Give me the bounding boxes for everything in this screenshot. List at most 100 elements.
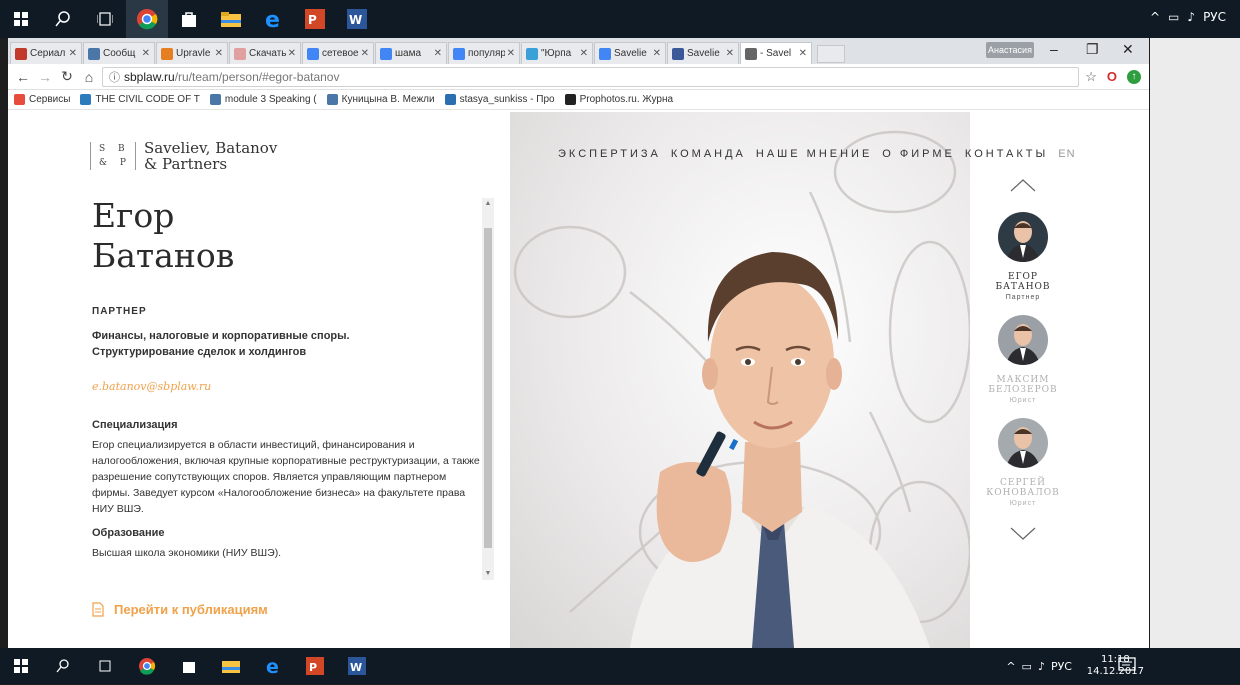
bookmark-item[interactable]: THE CIVIL CODE OF T (80, 94, 200, 105)
content-scrollbar[interactable]: ▲ ▼ (482, 198, 494, 580)
bookmark-item[interactable]: Куницына В. Межли (326, 94, 435, 105)
powerpoint-taskbar-button-bottom[interactable]: P (294, 647, 336, 685)
chevron-up-icon[interactable]: ^ (1006, 660, 1015, 673)
forward-icon[interactable]: → (36, 69, 54, 85)
minimize-icon[interactable]: – (1050, 41, 1058, 57)
browser-tab[interactable]: Savelie ✕ (667, 42, 739, 64)
new-tab-button[interactable] (817, 45, 845, 63)
education-title: Образование (92, 527, 165, 539)
bookmark-item[interactable]: Сервисы (14, 94, 70, 105)
bookmark-item[interactable]: Prophotos.ru. Журна (564, 94, 673, 105)
browser-tab[interactable]: Сериал ✕ (10, 42, 82, 64)
edge-taskbar-button[interactable]: e (252, 0, 294, 38)
explorer-taskbar-button-bottom[interactable] (210, 647, 252, 685)
education-text: Высшая школа экономики (НИУ ВШЭ). (92, 547, 282, 559)
tab-favicon-icon (526, 47, 538, 60)
profile-button[interactable]: Анастасия (986, 42, 1034, 58)
tab-close-icon[interactable]: ✕ (580, 48, 588, 59)
maximize-icon[interactable]: ❐ (1086, 41, 1099, 58)
nav-item[interactable]: НАШЕ МНЕНИЕ (756, 148, 872, 160)
email-link[interactable]: e.batanov@sbplaw.ru (92, 380, 482, 393)
volume-icon[interactable]: ♪ (1187, 10, 1195, 24)
reload-icon[interactable]: ↻ (58, 68, 76, 85)
tab-close-icon[interactable]: ✕ (507, 48, 515, 59)
network-icon[interactable]: ▭ (1022, 660, 1032, 673)
search-taskbar-button-bottom[interactable] (42, 647, 84, 685)
tab-label: Сериал (30, 48, 66, 59)
nav-item[interactable]: ЭКСПЕРТИЗА (558, 148, 661, 160)
tab-close-icon[interactable]: ✕ (799, 48, 807, 59)
chrome-taskbar-button[interactable] (126, 0, 168, 38)
search-taskbar-button[interactable] (42, 0, 84, 38)
tab-close-icon[interactable]: ✕ (142, 48, 150, 59)
bookmark-star-icon[interactable]: ☆ (1085, 69, 1097, 85)
windows-icon (14, 659, 28, 673)
nav-item[interactable]: О ФИРМЕ (882, 148, 955, 160)
browser-tab[interactable]: "Юрпа ✕ (521, 42, 593, 64)
team-member-card[interactable]: МАКСИМ БЕЛОЗЕРОВ Юрист (970, 315, 1076, 404)
browser-tab[interactable]: - Savel ✕ (740, 42, 812, 64)
tab-close-icon[interactable]: ✕ (434, 48, 442, 59)
nav-item[interactable]: КОНТАКТЫ (965, 148, 1048, 160)
browser-tab[interactable]: Скачать ✕ (229, 42, 301, 64)
word-taskbar-button-bottom[interactable]: W (336, 647, 378, 685)
language-indicator[interactable]: РУС (1051, 660, 1072, 673)
browser-tab[interactable]: популяр ✕ (448, 42, 520, 64)
scroll-down-arrow-icon[interactable]: ▼ (482, 568, 494, 580)
word-taskbar-button[interactable]: W (336, 0, 378, 38)
team-member-card[interactable]: ЕГОР БАТАНОВ Партнер (970, 212, 1076, 301)
url-input[interactable]: ⓘ sbplaw.ru/ru/team/person/#egor-batanov (102, 66, 1080, 87)
volume-icon[interactable]: ♪ (1038, 660, 1045, 673)
task-view-button-bottom[interactable] (84, 647, 126, 685)
site-logo[interactable]: S B & P Saveliev, Batanov & Partners (90, 140, 277, 172)
bookmark-item[interactable]: module 3 Speaking ( (209, 94, 317, 105)
powerpoint-taskbar-button[interactable]: P (294, 0, 336, 38)
tab-close-icon[interactable]: ✕ (288, 48, 296, 59)
close-window-icon[interactable]: ✕ (1122, 41, 1134, 58)
home-icon[interactable]: ⌂ (80, 69, 98, 85)
chevron-up-icon[interactable]: ^ (1150, 10, 1160, 24)
back-icon[interactable]: ← (14, 69, 32, 85)
address-bar: ← → ↻ ⌂ ⓘ sbplaw.ru/ru/team/person/#egor… (8, 64, 1149, 90)
tab-favicon-icon (380, 47, 392, 60)
notifications-icon[interactable] (1118, 656, 1136, 674)
language-indicator[interactable]: РУС (1203, 10, 1226, 24)
upload-extension-icon[interactable]: ↑ (1127, 69, 1141, 84)
bookmark-label: Куницына В. Межли (341, 94, 435, 105)
bookmark-label: THE CIVIL CODE OF T (95, 94, 200, 105)
tab-close-icon[interactable]: ✕ (653, 48, 661, 59)
explorer-taskbar-button[interactable] (210, 0, 252, 38)
language-switch[interactable]: EN (1058, 148, 1075, 160)
tab-close-icon[interactable]: ✕ (215, 48, 223, 59)
browser-tab[interactable]: Upravle ✕ (156, 42, 228, 64)
browser-tab[interactable]: шама ✕ (375, 42, 447, 64)
start-button[interactable] (0, 0, 42, 38)
scroll-up-arrow-icon[interactable]: ▲ (482, 198, 494, 210)
team-member-card[interactable]: СЕРГЕЙ КОНОВАЛОВ Юрист (970, 418, 1076, 507)
nav-item[interactable]: КОМАНДА (671, 148, 746, 160)
store-taskbar-button[interactable] (168, 0, 210, 38)
carousel-up-button[interactable] (970, 172, 1076, 198)
opera-extension-icon[interactable]: O (1107, 69, 1117, 84)
edge-taskbar-button-bottom[interactable]: e (252, 647, 294, 685)
bookmark-favicon-icon (80, 94, 92, 105)
scroll-thumb[interactable] (484, 228, 492, 548)
network-icon[interactable]: ▭ (1168, 10, 1179, 24)
tab-close-icon[interactable]: ✕ (361, 48, 369, 59)
task-view-button[interactable] (84, 0, 126, 38)
tab-close-icon[interactable]: ✕ (726, 48, 734, 59)
browser-tab[interactable]: Сообщ ✕ (83, 42, 155, 64)
info-icon[interactable]: ⓘ (109, 69, 120, 85)
browser-window: Сериал ✕ Сообщ ✕ Upravle ✕ Скачать ✕ сетевое ✕ шам… (8, 38, 1149, 648)
search-icon (56, 659, 69, 673)
tab-close-icon[interactable]: ✕ (69, 48, 77, 59)
bookmark-item[interactable]: stasya_sunkiss - Про (444, 94, 555, 105)
browser-tab[interactable]: сетевое ✕ (302, 42, 374, 64)
store-taskbar-button-bottom[interactable] (168, 647, 210, 685)
browser-tab[interactable]: Savelie ✕ (594, 42, 666, 64)
carousel-down-button[interactable] (970, 521, 1076, 547)
chrome-taskbar-button-bottom[interactable] (126, 647, 168, 685)
publications-link[interactable]: Перейти к публикациям (92, 602, 268, 617)
start-button-bottom[interactable] (0, 647, 42, 685)
bottom-taskbar: e P W ^ ▭ ♪ РУС 11:18 14.12.2017 (0, 648, 1240, 684)
